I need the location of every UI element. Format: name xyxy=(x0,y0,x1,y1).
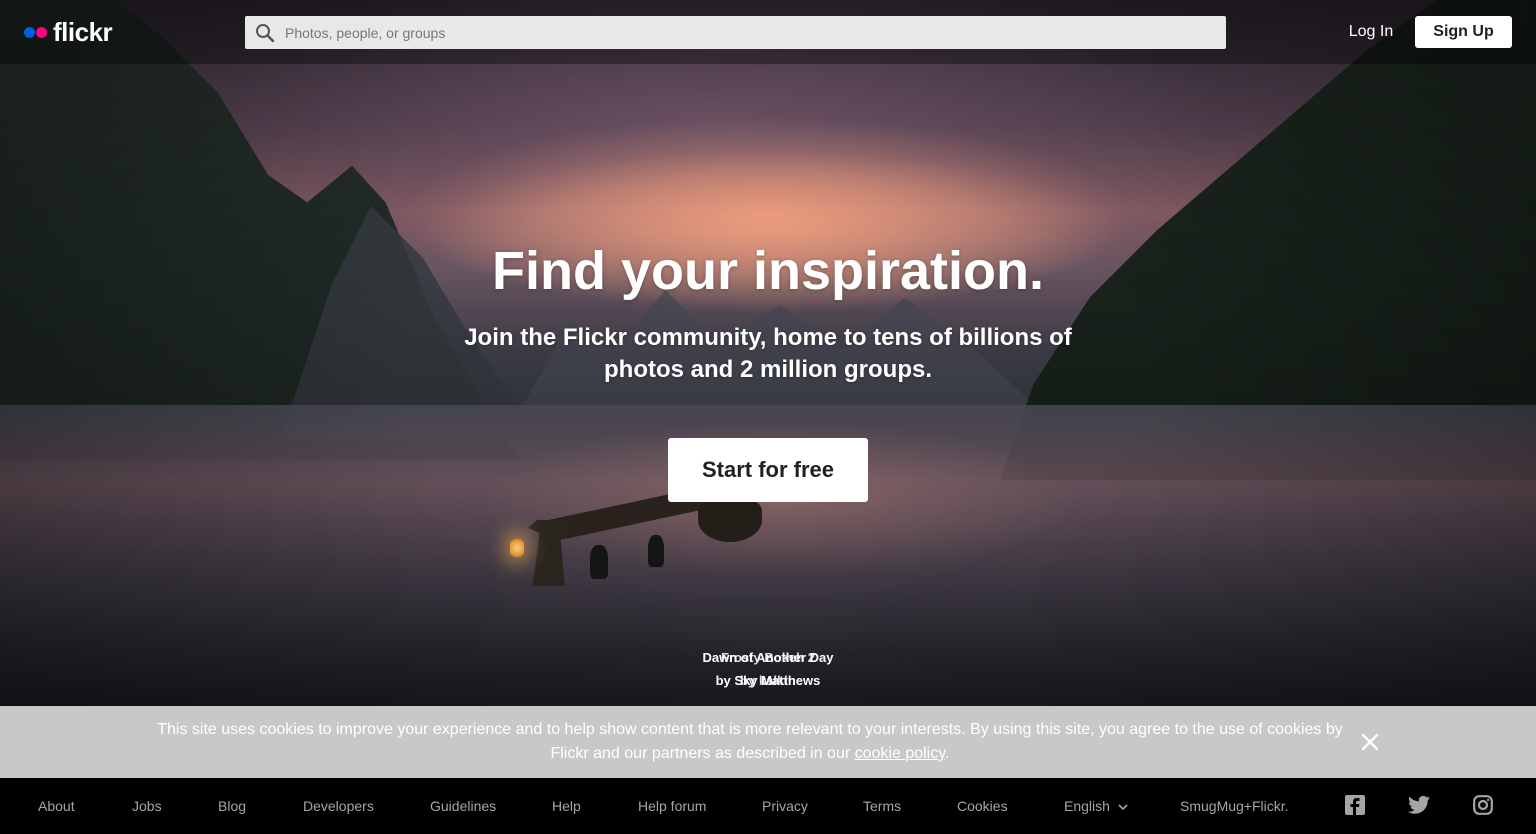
footer-link-developers[interactable]: Developers xyxy=(303,797,374,815)
language-selector[interactable]: English xyxy=(1064,797,1128,815)
footer-link-help-forum[interactable]: Help forum xyxy=(638,797,706,815)
signup-button[interactable]: Sign Up xyxy=(1415,16,1512,48)
footer-link-help[interactable]: Help xyxy=(552,797,581,815)
logo-blue-dot xyxy=(24,26,35,38)
footer: About Jobs Blog Developers Guidelines He… xyxy=(0,778,1536,834)
search-bar xyxy=(245,16,1226,49)
search-input[interactable] xyxy=(285,16,1205,49)
hero-subheadline: Join the Flickr community, home to tens … xyxy=(464,324,1072,383)
logo-pink-dot xyxy=(36,26,47,38)
photo-credit-authors: by Sky Matthews by kalkin xyxy=(668,669,868,692)
cookie-message: This site uses cookies to improve your e… xyxy=(157,721,1343,762)
cookie-message-end: . xyxy=(945,745,950,762)
cookie-banner: This site uses cookies to improve your e… xyxy=(0,706,1536,778)
cookie-banner-text: This site uses cookies to improve your e… xyxy=(150,718,1350,766)
footer-link-terms[interactable]: Terms xyxy=(863,797,901,815)
footer-link-about[interactable]: About xyxy=(38,797,75,815)
twitter-icon[interactable] xyxy=(1408,795,1430,817)
footer-link-blog[interactable]: Blog xyxy=(218,797,246,815)
footer-link-cookies[interactable]: Cookies xyxy=(957,797,1008,815)
search-icon[interactable] xyxy=(245,16,285,49)
cookie-policy-link[interactable]: cookie policy xyxy=(855,745,945,762)
photo-credit-titles: Dawn of Another Day Frosty Bokeh 2 xyxy=(668,646,868,669)
language-label: English xyxy=(1064,798,1110,814)
facebook-icon[interactable] xyxy=(1345,795,1367,817)
photo-credit-title[interactable]: Frosty Bokeh 2 xyxy=(668,646,868,669)
flickr-logo[interactable]: flickr xyxy=(24,16,113,48)
hero-headline: Find your inspiration. xyxy=(492,241,1044,301)
photo-credit-author[interactable]: by kalkin xyxy=(668,669,868,692)
login-link[interactable]: Log In xyxy=(1340,22,1402,42)
top-nav: flickr Log In Sign Up xyxy=(0,0,1536,64)
footer-link-jobs[interactable]: Jobs xyxy=(132,797,162,815)
footer-link-guidelines[interactable]: Guidelines xyxy=(430,797,496,815)
chevron-down-icon xyxy=(1118,804,1128,811)
instagram-icon[interactable] xyxy=(1473,795,1495,817)
close-icon[interactable] xyxy=(1358,730,1382,754)
footer-link-privacy[interactable]: Privacy xyxy=(762,797,808,815)
start-for-free-button[interactable]: Start for free xyxy=(668,438,868,502)
photo-credit[interactable]: Dawn of Another Day Frosty Bokeh 2 by Sk… xyxy=(668,646,868,692)
smugmug-flickr-link[interactable]: SmugMug+Flickr. xyxy=(1180,797,1289,815)
logo-wordmark: flickr xyxy=(53,17,113,47)
